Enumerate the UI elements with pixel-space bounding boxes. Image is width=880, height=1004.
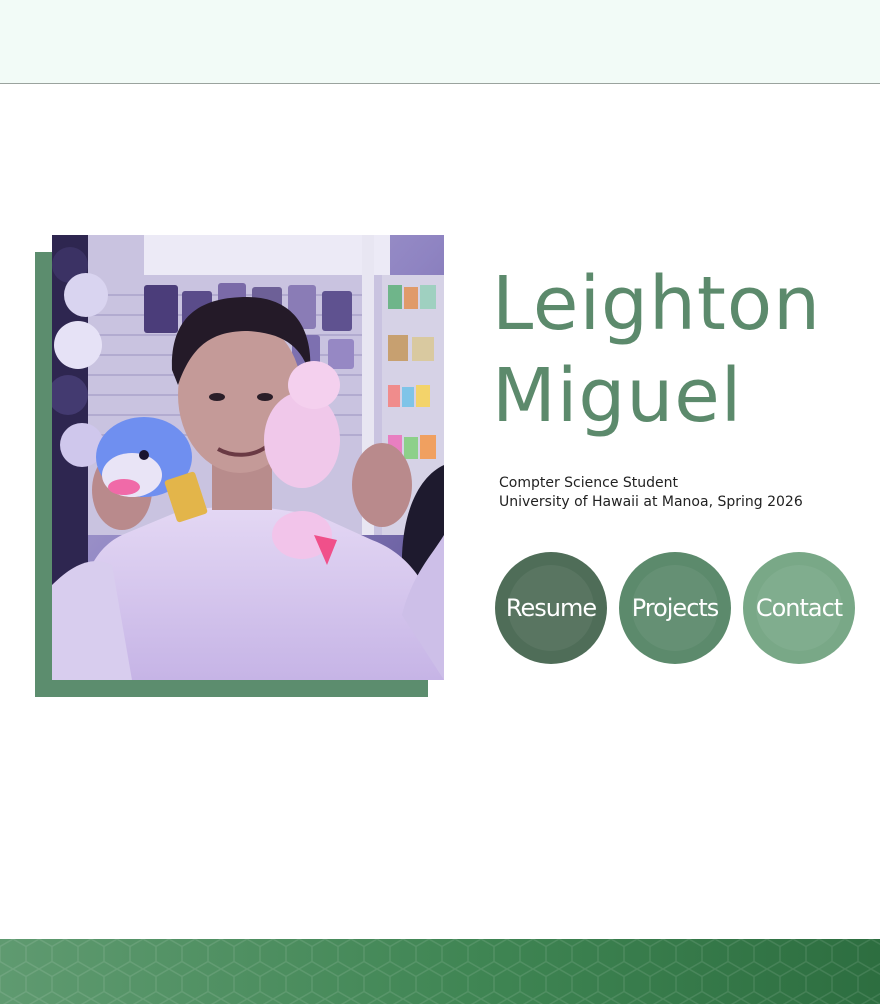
person-subtitle: Compter Science Student University of Ha… xyxy=(499,474,869,512)
projects-button-label: Projects xyxy=(631,594,720,622)
top-header-bar xyxy=(0,0,880,84)
footer-bar xyxy=(0,939,880,1004)
person-name: Leighton Miguel xyxy=(492,258,880,442)
resume-button-label: Resume xyxy=(505,594,597,622)
projects-button[interactable]: Projects xyxy=(619,552,731,664)
profile-photo xyxy=(52,235,444,680)
subtitle-school: University of Hawaii at Manoa, Spring 20… xyxy=(499,494,803,510)
contact-button-label: Contact xyxy=(755,594,843,622)
contact-button[interactable]: Contact xyxy=(743,552,855,664)
subtitle-role: Compter Science Student xyxy=(499,475,679,491)
resume-button[interactable]: Resume xyxy=(495,552,607,664)
name-first: Leighton xyxy=(492,261,822,347)
name-last: Miguel xyxy=(492,353,743,439)
